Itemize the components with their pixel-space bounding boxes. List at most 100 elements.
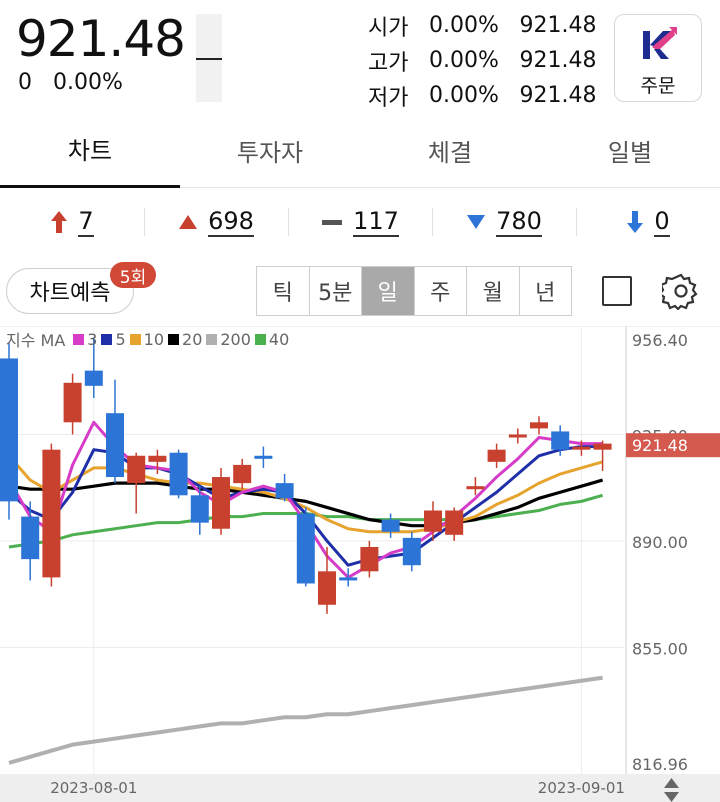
ma-legend: 지수 MA 3 5 10 20 200 40 — [6, 329, 293, 351]
legend-label: 40 — [268, 329, 290, 349]
low-value: 921.48 — [519, 83, 597, 108]
period-day[interactable]: 일 — [361, 267, 414, 315]
y-tick-label: 890.00 — [632, 533, 688, 552]
candle-body — [445, 510, 464, 535]
legend-label: 3 — [87, 329, 98, 349]
candle-body — [466, 486, 485, 490]
lower-limit-arrow-icon — [627, 211, 644, 233]
legend-item-ma3: 3 — [73, 330, 97, 349]
legend-swatch — [254, 333, 266, 345]
upper-limit-count: 7 — [78, 207, 94, 237]
candle-body — [0, 358, 18, 502]
high-label: 고가 — [368, 50, 409, 76]
low-label: 저가 — [368, 85, 409, 111]
k-logo-icon — [643, 27, 677, 59]
period-month[interactable]: 월 — [466, 267, 519, 315]
legend-item-ma10: 10 — [129, 329, 165, 349]
ma-line-200 — [8, 675, 603, 765]
candle-body — [212, 477, 230, 529]
x-tick-label: 2023-08-01 — [50, 779, 137, 797]
high-pct: 0.00% — [428, 48, 499, 73]
legend-swatch — [206, 333, 218, 345]
current-price-label: 921.48 — [632, 436, 688, 455]
upper-limit-arrow-icon — [51, 211, 68, 233]
candle-body — [424, 510, 442, 532]
tab-trades[interactable]: 체결 — [360, 112, 540, 188]
open-pct: 0.00% — [428, 13, 499, 38]
stat-up: 698 — [144, 200, 288, 244]
candle-body — [169, 452, 188, 496]
price-chart[interactable]: 956.40925.00890.00855.00816.962023-08-01… — [0, 326, 720, 802]
stat-down: 780 — [432, 200, 576, 244]
main-tabs: 차트 투자자 체결 일별 — [0, 112, 720, 188]
legend-item-ma200: 200 — [206, 330, 251, 349]
up-triangle-icon — [179, 215, 198, 229]
tab-daily[interactable]: 일별 — [540, 112, 720, 188]
flat-dash-icon — [322, 220, 343, 225]
price-change-row: 0 0.00% — [18, 70, 137, 95]
candle-body — [508, 434, 527, 438]
legend-swatch — [168, 333, 180, 345]
period-year[interactable]: 년 — [518, 267, 571, 315]
range-marker — [196, 58, 222, 60]
candle-body — [254, 455, 273, 459]
legend-label: 10 — [143, 329, 165, 349]
fullscreen-checkbox[interactable] — [602, 276, 632, 306]
candle-body — [530, 422, 548, 429]
candle-body — [360, 546, 379, 572]
candle-body — [296, 513, 315, 584]
candle-body — [63, 382, 82, 423]
candle-body — [381, 519, 400, 532]
candle-body — [84, 370, 103, 386]
legend-title: 지수 MA — [6, 331, 66, 350]
tab-investor[interactable]: 투자자 — [180, 112, 360, 188]
candle-body — [190, 495, 209, 523]
legend-item-ma20: 20 — [168, 330, 202, 349]
y-tick-label: 816.96 — [632, 755, 688, 774]
open-value: 921.48 — [519, 13, 597, 38]
high-row: 고가 0.00% 921.48 — [368, 43, 608, 78]
y-tick-label: 956.40 — [632, 331, 688, 350]
candle-body — [233, 464, 252, 484]
low-pct: 0.00% — [428, 83, 499, 108]
candle-body — [148, 455, 167, 462]
current-price: 921.48 — [16, 10, 186, 68]
legend-swatch — [73, 333, 85, 345]
low-row: 저가 0.00% 921.48 — [368, 78, 608, 113]
open-row: 시가 0.00% 921.48 — [368, 8, 608, 43]
legend-label: 200 — [220, 329, 251, 349]
open-label: 시가 — [368, 15, 409, 41]
legend-swatch — [101, 333, 113, 345]
candle-body — [127, 455, 146, 484]
order-button[interactable]: 주문 — [614, 14, 702, 102]
period-selector: 틱 5분 일 주 월 년 — [256, 266, 572, 316]
flat-count: 117 — [353, 207, 399, 237]
price-change-pct: 0.00% — [53, 70, 123, 95]
order-button-label: 주문 — [640, 75, 676, 97]
legend-label: 20 — [182, 329, 203, 349]
high-value: 921.48 — [519, 48, 597, 73]
candle-body — [42, 449, 61, 578]
up-count: 698 — [208, 207, 254, 237]
legend-label: 5 — [115, 329, 126, 349]
candle-body — [339, 577, 358, 581]
down-triangle-icon — [467, 215, 486, 229]
period-5min[interactable]: 5분 — [308, 267, 361, 315]
stat-lower-limit: 0 — [576, 200, 720, 244]
candle-body — [572, 446, 591, 450]
period-week[interactable]: 주 — [413, 267, 466, 315]
gear-icon[interactable] — [662, 272, 700, 310]
legend-swatch — [129, 333, 141, 345]
lower-limit-count: 0 — [654, 207, 670, 237]
x-tick-label: 2023-09-01 — [538, 779, 625, 797]
tab-chart[interactable]: 차트 — [0, 112, 180, 188]
legend-item-ma40: 40 — [254, 329, 290, 349]
market-breadth-row: 7 698 117 780 0 — [0, 200, 720, 244]
intraday-range-bar — [196, 14, 222, 102]
y-tick-label: 855.00 — [632, 639, 688, 658]
candle-body — [275, 483, 294, 499]
price-change: 0 — [18, 70, 32, 95]
candle-body — [551, 431, 570, 450]
down-count: 780 — [496, 207, 542, 237]
period-tick[interactable]: 틱 — [257, 267, 309, 315]
